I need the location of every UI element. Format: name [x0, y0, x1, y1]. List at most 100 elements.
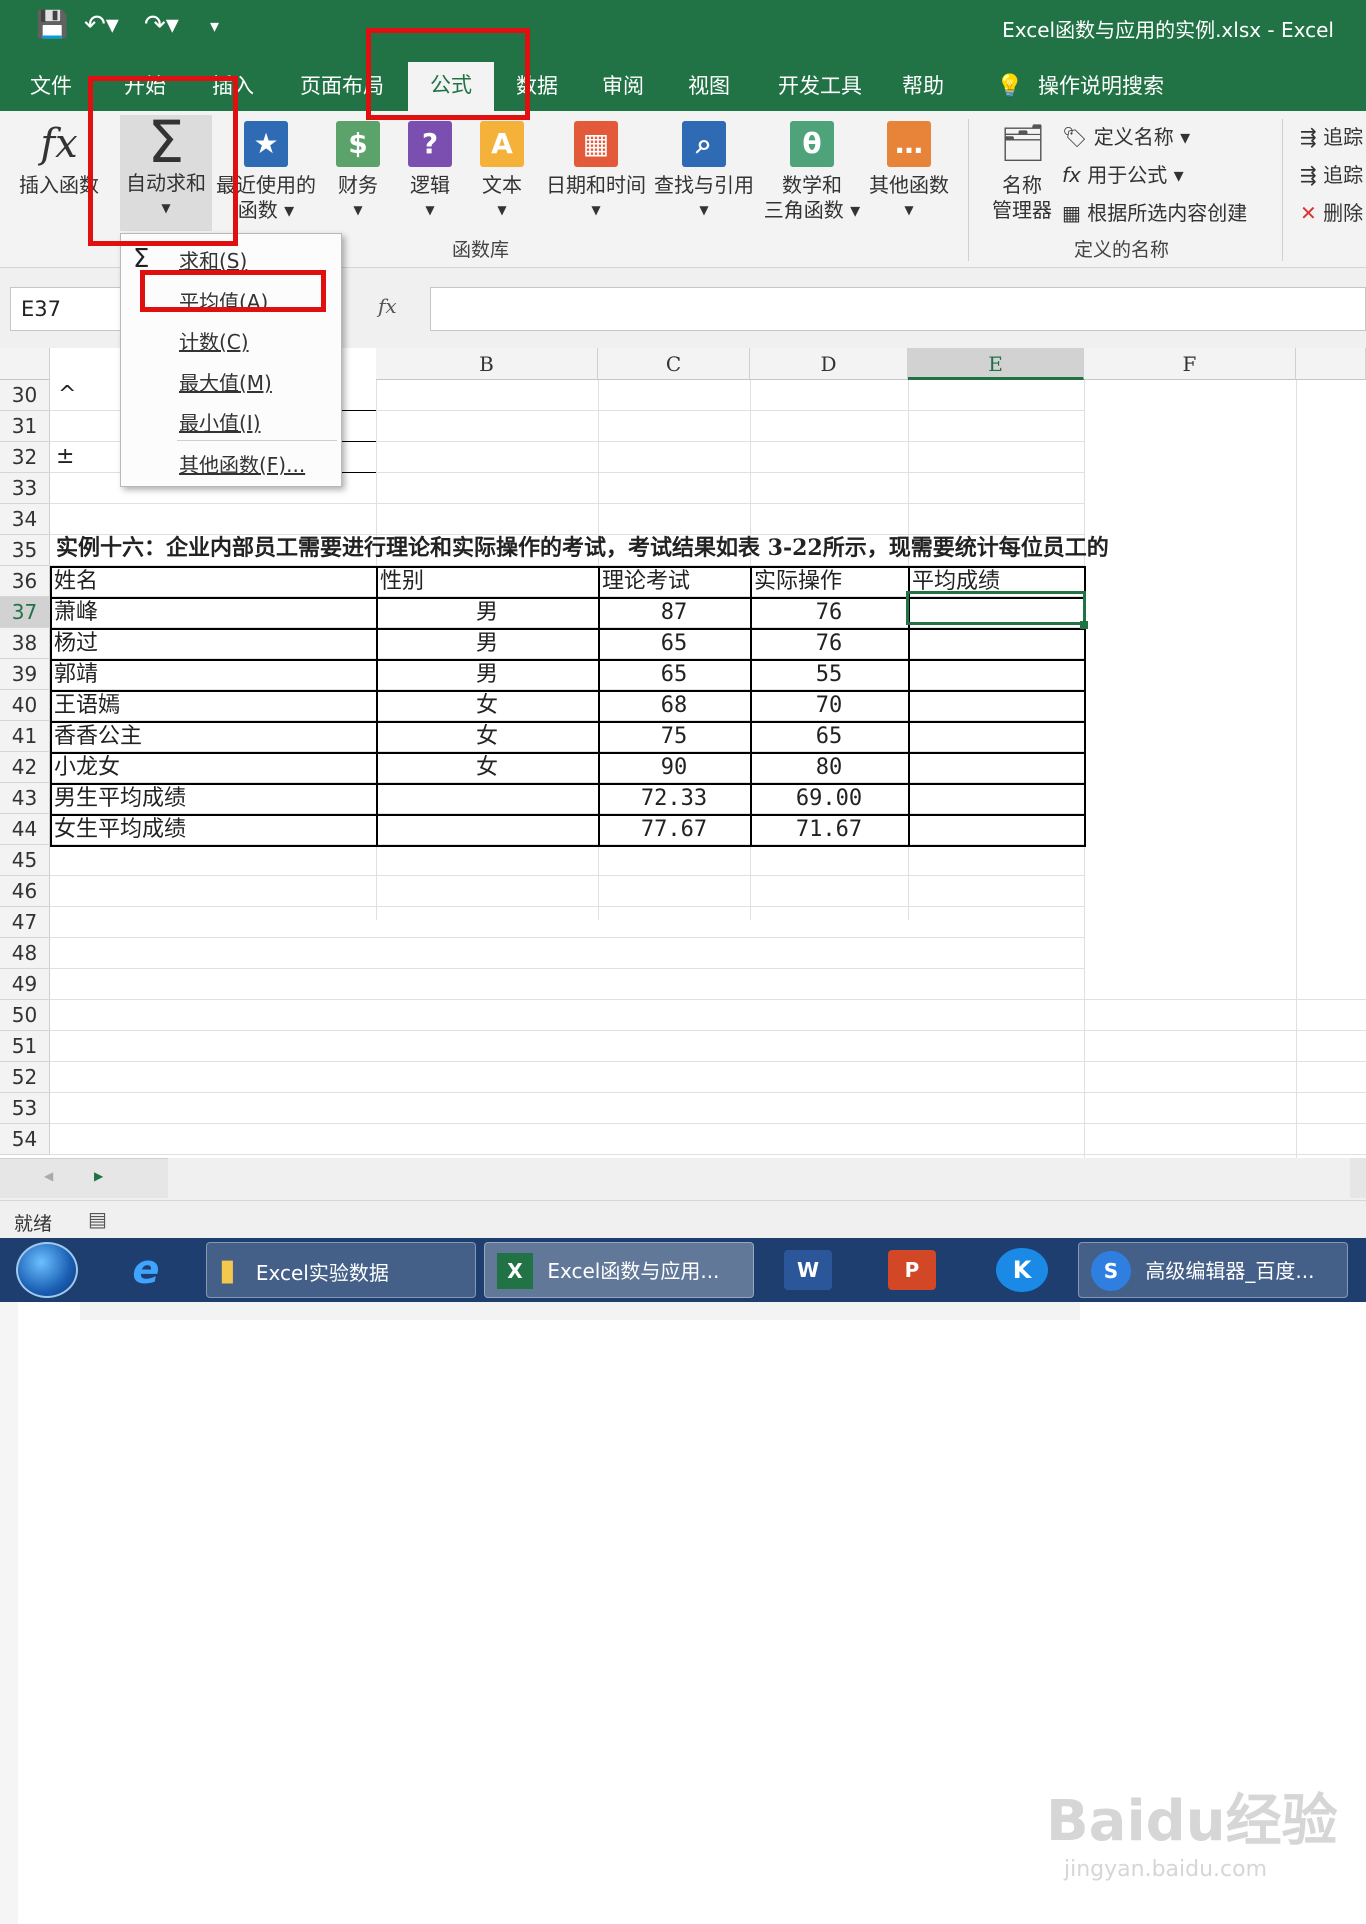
tab-review[interactable]: 审阅: [594, 68, 652, 104]
menu-item-more-functions[interactable]: 其他函数(F)...: [179, 449, 305, 478]
row-header[interactable]: 31: [0, 411, 50, 442]
row-header[interactable]: 50: [0, 1000, 50, 1031]
table-cell[interactable]: 87: [602, 598, 746, 628]
row-header[interactable]: 35: [0, 535, 50, 566]
row-header[interactable]: 53: [0, 1093, 50, 1124]
table-cell[interactable]: 小龙女: [54, 753, 372, 783]
row-header[interactable]: 38: [0, 628, 50, 659]
table-cell[interactable]: 萧峰: [54, 598, 372, 628]
trace-dependents-button[interactable]: ⇶ 追踪: [1300, 159, 1363, 188]
table-cell[interactable]: 71.67: [754, 815, 904, 845]
tell-me-search[interactable]: 操作说明搜索: [1030, 68, 1172, 104]
active-cell[interactable]: [906, 591, 1086, 625]
menu-item-min[interactable]: 最小值(I): [179, 407, 261, 436]
table-cell[interactable]: 65: [602, 629, 746, 659]
word-icon[interactable]: W: [784, 1250, 832, 1290]
taskbar-folder-window[interactable]: ▮ Excel实验数据: [206, 1242, 476, 1298]
macro-record-icon[interactable]: ▤: [88, 1207, 107, 1231]
column-header-e[interactable]: E: [908, 348, 1084, 380]
table-cell[interactable]: 郭靖: [54, 660, 372, 690]
table-cell[interactable]: 男生平均成绩: [54, 784, 372, 814]
row-header[interactable]: 48: [0, 938, 50, 969]
scroll-right-icon[interactable]: ▶: [94, 1169, 103, 1183]
logical-button[interactable]: ? 逻辑 ▼: [402, 121, 458, 223]
financial-button[interactable]: $ 财务 ▼: [330, 121, 386, 223]
datetime-button[interactable]: ▦ 日期和时间 ▼: [540, 121, 652, 223]
tab-developer[interactable]: 开发工具: [770, 68, 870, 104]
text-button[interactable]: A 文本 ▼: [474, 121, 530, 223]
row-header[interactable]: 45: [0, 845, 50, 876]
select-all-corner[interactable]: [0, 348, 50, 380]
use-in-formula-button[interactable]: fx 用于公式 ▾: [1062, 159, 1184, 188]
table-cell[interactable]: 杨过: [54, 629, 372, 659]
save-icon[interactable]: 💾: [36, 10, 68, 40]
table-header-cell[interactable]: 性别: [380, 567, 594, 597]
table-cell[interactable]: 男: [380, 660, 594, 690]
formula-input[interactable]: [430, 287, 1366, 331]
table-cell[interactable]: 72.33: [602, 784, 746, 814]
column-header-f[interactable]: F: [1084, 348, 1296, 380]
table-cell[interactable]: 90: [602, 753, 746, 783]
k-app-icon[interactable]: K: [996, 1248, 1048, 1292]
undo-icon[interactable]: ↶▾: [84, 10, 119, 40]
row-header[interactable]: 30: [0, 380, 50, 411]
table-cell[interactable]: 女: [380, 753, 594, 783]
start-icon[interactable]: [16, 1242, 78, 1298]
more-functions-button[interactable]: … 其他函数 ▼: [866, 121, 952, 223]
scrollbar-stub[interactable]: [1350, 1158, 1366, 1198]
example-title[interactable]: 实例十六：企业内部员工需要进行理论和实际操作的考试，考试结果如表 3-22所示，…: [56, 533, 1109, 563]
table-cell[interactable]: 65: [602, 660, 746, 690]
row-header[interactable]: 51: [0, 1031, 50, 1062]
row-header[interactable]: 46: [0, 876, 50, 907]
row-header[interactable]: 47: [0, 907, 50, 938]
name-manager-button[interactable]: 🗂 名称 管理器: [984, 121, 1060, 223]
menu-item-count[interactable]: 计数(C): [179, 326, 249, 355]
column-header-d[interactable]: D: [750, 348, 908, 380]
row-header[interactable]: 49: [0, 969, 50, 1000]
ie-icon[interactable]: e: [118, 1242, 174, 1298]
tab-view[interactable]: 视图: [680, 68, 738, 104]
table-cell[interactable]: 65: [754, 722, 904, 752]
table-cell[interactable]: 80: [754, 753, 904, 783]
powerpoint-icon[interactable]: P: [888, 1250, 936, 1290]
table-header-cell[interactable]: 实际操作: [754, 567, 904, 597]
table-cell[interactable]: 男: [380, 629, 594, 659]
fill-handle[interactable]: [1080, 621, 1088, 629]
row-header[interactable]: 52: [0, 1062, 50, 1093]
table-header-cell[interactable]: 姓名: [54, 567, 372, 597]
table-cell[interactable]: 70: [754, 691, 904, 721]
row-header[interactable]: 36: [0, 566, 50, 597]
customize-qat-icon[interactable]: ▾: [210, 16, 219, 37]
row-header[interactable]: 33: [0, 473, 50, 504]
menu-item-max[interactable]: 最大值(M): [179, 367, 272, 396]
table-cell[interactable]: 69.00: [754, 784, 904, 814]
trace-precedents-button[interactable]: ⇶ 追踪: [1300, 121, 1363, 150]
remove-arrows-button[interactable]: ✕ 删除: [1300, 197, 1363, 226]
row-header[interactable]: 42: [0, 752, 50, 783]
lookup-button[interactable]: ⌕ 查找与引用 ▼: [652, 121, 756, 223]
table-cell[interactable]: 女生平均成绩: [54, 815, 372, 845]
tab-file[interactable]: 文件: [22, 68, 80, 104]
row-header[interactable]: 43: [0, 783, 50, 814]
taskbar-excel-window[interactable]: X Excel函数与应用...: [484, 1242, 754, 1298]
tab-help[interactable]: 帮助: [894, 68, 952, 104]
row-header[interactable]: 54: [0, 1124, 50, 1155]
column-header-g[interactable]: [1296, 348, 1366, 380]
create-from-selection-button[interactable]: ▦ 根据所选内容创建: [1062, 197, 1247, 226]
row-header[interactable]: 40: [0, 690, 50, 721]
row-header[interactable]: 41: [0, 721, 50, 752]
table-cell[interactable]: 男: [380, 598, 594, 628]
table-header-cell[interactable]: 理论考试: [602, 567, 746, 597]
row-header[interactable]: 39: [0, 659, 50, 690]
scroll-left-icon[interactable]: ◀: [44, 1169, 53, 1183]
table-cell[interactable]: 女: [380, 722, 594, 752]
table-cell[interactable]: 香香公主: [54, 722, 372, 752]
row-header[interactable]: 34: [0, 504, 50, 535]
table-cell[interactable]: 王语嫣: [54, 691, 372, 721]
row-header[interactable]: 32: [0, 442, 50, 473]
table-cell[interactable]: 女: [380, 691, 594, 721]
row-header[interactable]: 44: [0, 814, 50, 845]
row-header[interactable]: 37: [0, 597, 50, 628]
table-cell[interactable]: 55: [754, 660, 904, 690]
taskbar-sogou-window[interactable]: S 高级编辑器_百度...: [1078, 1242, 1348, 1298]
